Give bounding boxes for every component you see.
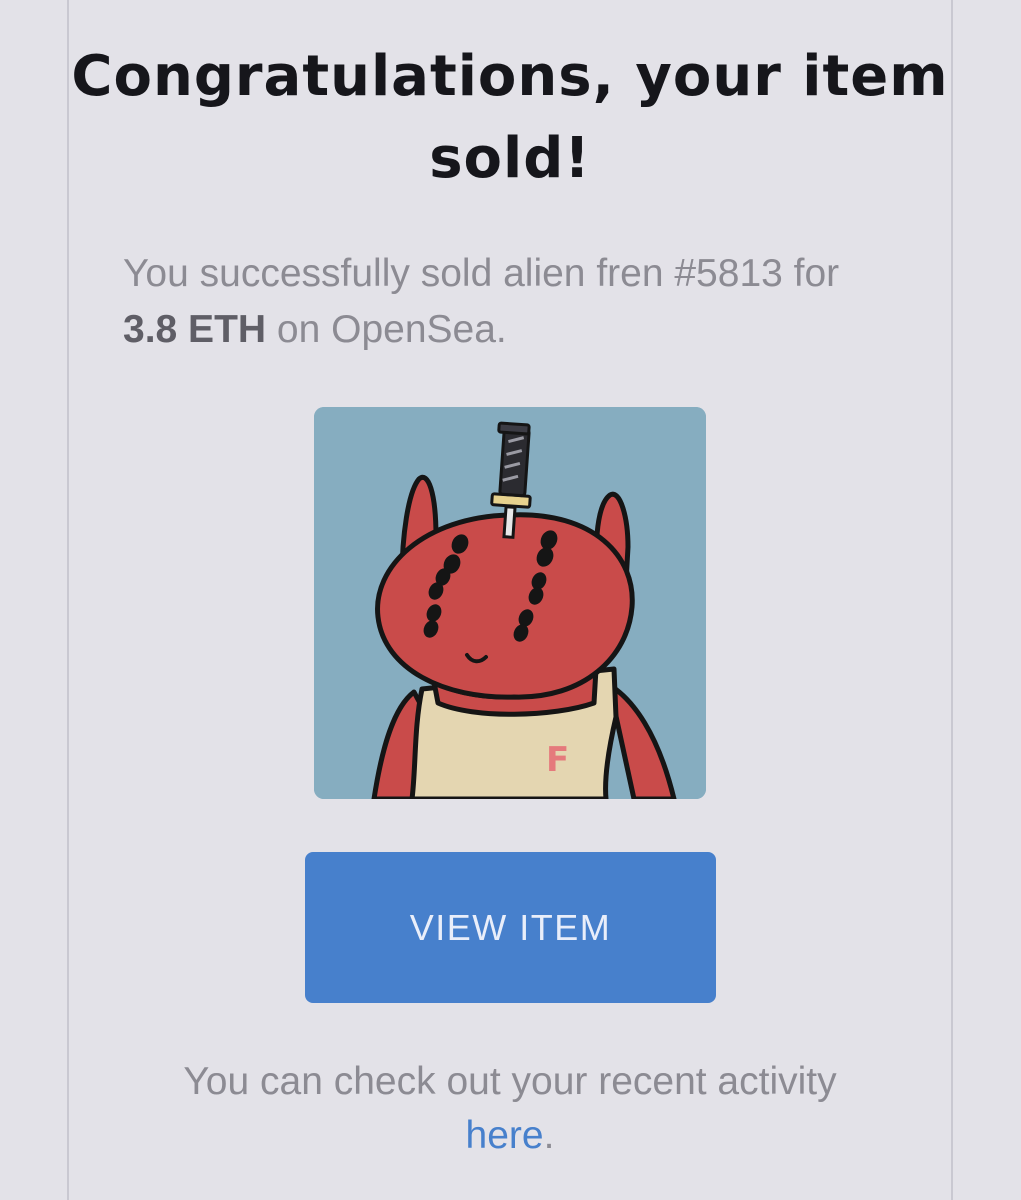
email-card: Congratulations, your item sold! You suc… (69, 0, 951, 1200)
alien-fren-artwork: F (314, 407, 706, 799)
recent-activity-link[interactable]: here (466, 1114, 544, 1157)
footer-text: You can check out your recent activity h… (109, 1055, 911, 1163)
nft-image[interactable]: F (314, 407, 706, 799)
sale-message: You successfully sold alien fren #5813 f… (123, 246, 883, 358)
frame-border-right (951, 0, 953, 1200)
sale-message-prefix: You successfully sold alien fren #5813 f… (123, 252, 840, 295)
headline: Congratulations, your item sold! (71, 44, 949, 191)
view-item-button[interactable]: VIEW ITEM (305, 852, 716, 1003)
sale-message-suffix: on OpenSea. (266, 308, 507, 351)
sale-price: 3.8 ETH (123, 308, 267, 351)
footer-trailing-period: . (543, 1114, 555, 1157)
footer-text-prefix: You can check out your recent activity (183, 1060, 837, 1103)
shirt-letter: F (546, 740, 569, 780)
